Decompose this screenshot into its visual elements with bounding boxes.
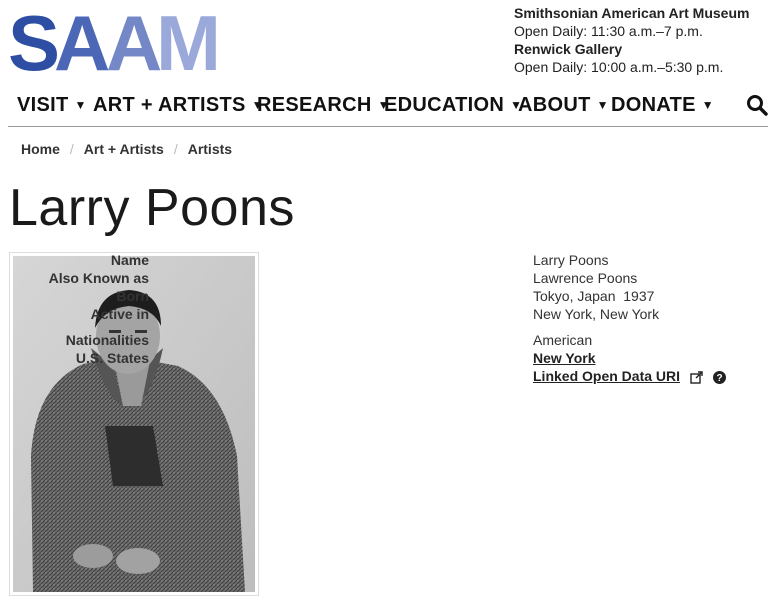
nav-item-art-artists[interactable]: ART + ARTISTS ▼: [93, 94, 264, 117]
detail-label: Born: [116, 288, 149, 304]
saam-logo[interactable]: S A A M: [8, 6, 224, 76]
breadcrumb: Home / Art + Artists / Artists: [21, 141, 232, 157]
nav-label: ART + ARTISTS: [93, 94, 246, 116]
state-link-new-york[interactable]: New York: [533, 350, 596, 366]
gallery-name: Renwick Gallery: [514, 41, 623, 57]
caret-down-icon: ▼: [701, 98, 714, 112]
breadcrumb-home[interactable]: Home: [21, 141, 60, 157]
museum-hours: Open Daily: 11:30 a.m.–7 p.m.: [514, 23, 703, 39]
detail-label: Name: [110, 252, 149, 268]
page-title: Larry Poons: [9, 179, 295, 237]
detail-label: Nationalities: [65, 332, 149, 348]
nav-label: EDUCATION: [384, 94, 505, 116]
detail-label: Active in: [90, 306, 149, 322]
search-icon[interactable]: [746, 94, 768, 116]
breadcrumb-separator: /: [69, 141, 74, 157]
detail-value: Tokyo, Japan 1937: [533, 288, 655, 304]
nav-label: ABOUT: [518, 94, 591, 116]
svg-text:?: ?: [716, 373, 722, 384]
page: S A A M Smithsonian American Art Museum …: [0, 0, 769, 600]
nav-label: DONATE: [611, 94, 696, 116]
svg-text:M: M: [156, 6, 216, 76]
nav-label: VISIT: [17, 94, 69, 116]
help-icon[interactable]: ?: [712, 370, 726, 384]
detail-value: New York, New York: [533, 306, 660, 322]
breadcrumb-artists[interactable]: Artists: [188, 141, 232, 157]
gallery-hours: Open Daily: 10:00 a.m.–5:30 p.m.: [514, 59, 724, 75]
detail-label: Also Known as: [48, 270, 149, 286]
nav-item-about[interactable]: ABOUT ▼: [518, 94, 609, 117]
linked-open-data-link[interactable]: Linked Open Data URI: [533, 368, 680, 384]
nav-item-research[interactable]: RESEARCH ▼: [257, 94, 390, 117]
nav-item-education[interactable]: EDUCATION ▼: [384, 94, 522, 117]
caret-down-icon: ▼: [74, 98, 87, 112]
detail-value: American: [533, 332, 593, 348]
nav-item-donate[interactable]: DONATE ▼: [611, 94, 714, 117]
svg-text:S: S: [8, 6, 57, 76]
detail-value: Larry Poons: [533, 252, 609, 268]
museum-name: Smithsonian American Art Museum: [514, 5, 750, 21]
detail-value: Lawrence Poons: [533, 270, 638, 286]
caret-down-icon: ▼: [596, 98, 609, 112]
nav-label: RESEARCH: [257, 94, 372, 116]
main-nav: VISIT ▼ ART + ARTISTS ▼ RESEARCH ▼ EDUCATIO…: [8, 92, 768, 127]
external-link-icon[interactable]: [690, 371, 703, 384]
svg-text:A: A: [106, 6, 161, 76]
breadcrumb-separator: /: [173, 141, 178, 157]
nav-item-visit[interactable]: VISIT ▼: [17, 94, 87, 117]
museum-hours-block: Smithsonian American Art Museum Open Dai…: [514, 4, 749, 76]
detail-label: U.S. States: [75, 350, 149, 366]
breadcrumb-art-artists[interactable]: Art + Artists: [84, 141, 164, 157]
svg-text:A: A: [54, 6, 109, 76]
